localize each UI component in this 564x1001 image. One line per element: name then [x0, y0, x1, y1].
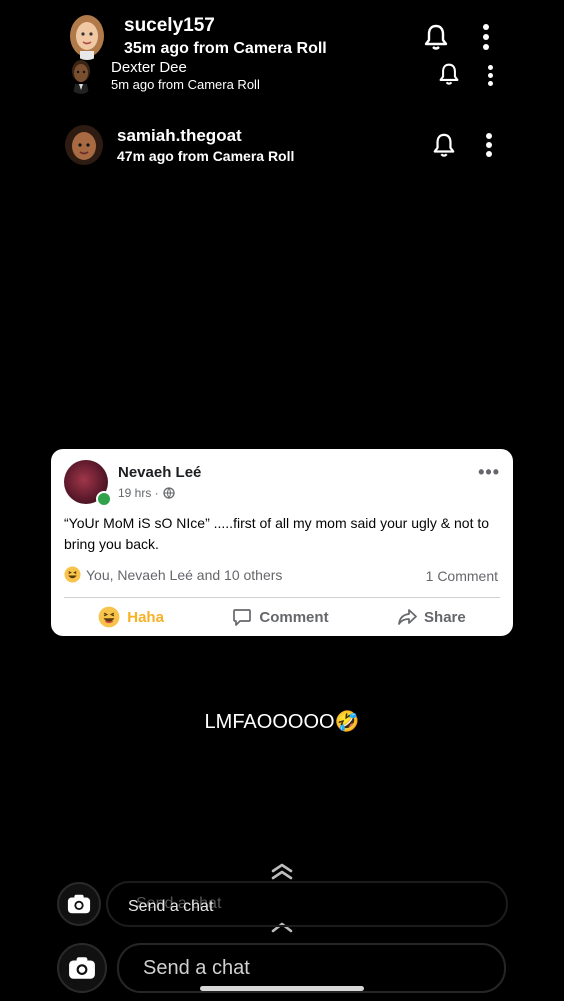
online-status-dot [96, 491, 112, 507]
avatar[interactable] [67, 58, 95, 94]
snap-caption: LMFAOOOOO🤣 [204, 711, 360, 733]
camera-icon [67, 894, 91, 914]
haha-label: Haha [127, 608, 164, 626]
bell-icon[interactable] [436, 61, 462, 87]
avatar[interactable] [64, 124, 104, 166]
bell-icon[interactable] [421, 22, 451, 52]
camera-icon [69, 957, 95, 979]
camera-button[interactable] [57, 943, 107, 993]
share-label: Share [424, 608, 466, 626]
comment-count: 1 Comment [425, 568, 498, 584]
post-author-name: Nevaeh Leé [118, 464, 202, 481]
post-text: “YoUr MoM iS sO NIce” .....first of all … [64, 515, 490, 552]
double-chevron-up-icon[interactable] [270, 862, 294, 880]
username[interactable]: Dexter Dee [111, 59, 260, 76]
haha-emoji-icon [98, 606, 120, 628]
story-timestamp: 5m ago from Camera Roll [111, 77, 260, 93]
username[interactable]: samiah.thegoat [117, 126, 294, 146]
story-timestamp: 35m ago from Camera Roll [124, 40, 327, 58]
globe-icon [163, 487, 175, 499]
story-header-sucely157[interactable]: sucely157 35m ago from Camera Roll [68, 14, 327, 60]
story-header-samiah-thegoat[interactable]: samiah.thegoat 47m ago from Camera Roll [64, 124, 294, 166]
post-time: 19 hrs · [118, 486, 159, 500]
share-icon [398, 609, 417, 625]
bell-icon[interactable] [430, 131, 458, 159]
comment-label: Comment [259, 608, 329, 626]
more-options-icon[interactable] [483, 61, 497, 89]
more-options-icon[interactable] [478, 20, 494, 54]
haha-reaction: Haha [98, 606, 164, 628]
story-header-dexter-dee[interactable]: Dexter Dee 5m ago from Camera Roll [67, 58, 260, 94]
comment-icon [233, 608, 252, 626]
reactions-summary: You, Nevaeh Leé and 10 others [64, 566, 282, 583]
chat-placeholder-overlay: Send a chat [128, 898, 214, 915]
post-meta: 19 hrs · [118, 486, 175, 500]
camera-button[interactable] [57, 882, 101, 926]
username[interactable]: sucely157 [124, 15, 327, 37]
chat-bar-overlay [57, 882, 101, 926]
reactions-text: You, Nevaeh Leé and 10 others [86, 566, 283, 583]
divider [64, 597, 500, 598]
haha-emoji-icon [64, 566, 81, 583]
avatar[interactable] [68, 14, 106, 60]
chat-placeholder: Send a chat [143, 956, 250, 979]
home-indicator [200, 986, 364, 991]
chat-input-overlay[interactable]: Send a chat Send a chat [106, 881, 508, 927]
story-timestamp: 47m ago from Camera Roll [117, 148, 295, 165]
post-more-icon: ••• [478, 462, 500, 482]
comment-action: Comment [232, 608, 329, 627]
facebook-post-card: Nevaeh Leé 19 hrs · ••• “YoUr MoM iS sO … [51, 449, 513, 636]
share-action: Share [397, 608, 466, 626]
chat-bar [57, 943, 107, 993]
post-actions: Haha Comment Share [64, 602, 500, 632]
more-options-icon[interactable] [481, 130, 496, 160]
